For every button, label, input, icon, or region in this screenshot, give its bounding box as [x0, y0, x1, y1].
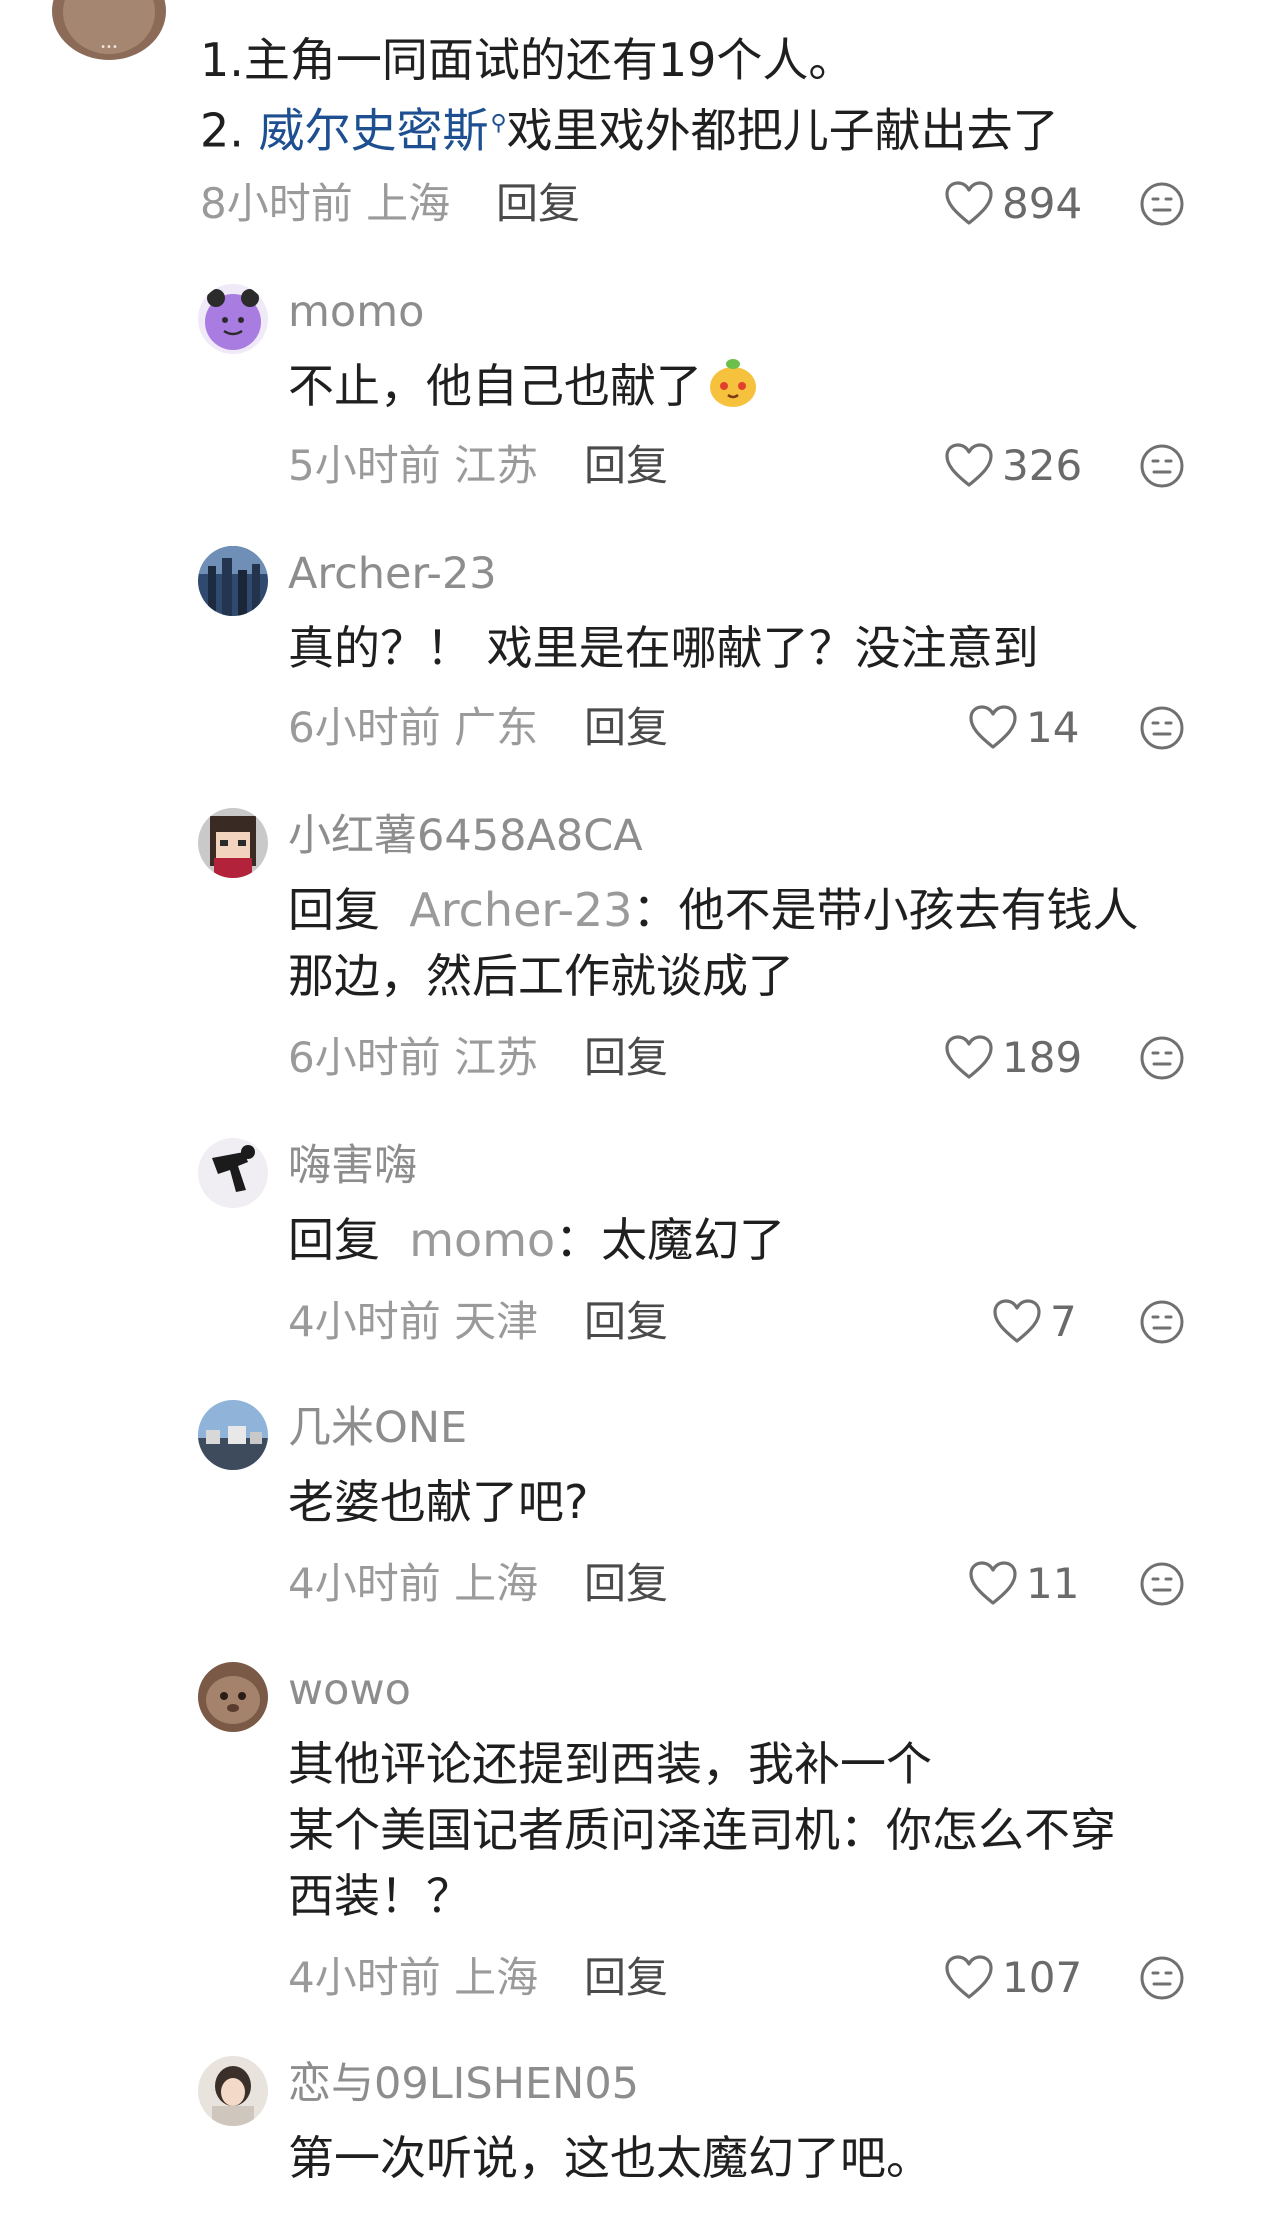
topic-link[interactable]: 威尔史密斯 — [259, 103, 489, 157]
comment-text-line-2: 某个美国记者质问泽连司机：你怎么不穿 — [288, 1803, 1116, 1857]
avatar[interactable] — [198, 1400, 268, 1470]
comment-time-location: 6小时前 江苏 — [288, 1033, 539, 1082]
comment-text: 老婆也献了吧? — [288, 1475, 589, 1529]
comment-meta: 6小时前 江苏 回复 189 — [288, 1026, 1264, 1090]
comment-text-body: ：太魔幻了 — [555, 1213, 786, 1267]
like-button[interactable]: 894 — [944, 178, 1082, 230]
reply-button[interactable]: 回复 — [584, 434, 668, 498]
comment-meta: 6小时前 广东 回复 14 — [288, 696, 1264, 760]
like-count: 107 — [1002, 1953, 1083, 2002]
search-icon: ⚲ — [490, 111, 507, 136]
like-button[interactable]: 189 — [944, 1032, 1082, 1084]
avatar[interactable] — [198, 1662, 268, 1732]
heart-outline-icon — [969, 1561, 1017, 1605]
neutral-face-icon[interactable] — [1138, 1560, 1186, 1608]
like-button[interactable]: 7 — [992, 1296, 1077, 1348]
comment-meta: 4小时前 天津 回复 7 — [288, 1290, 1264, 1354]
like-count: 11 — [1026, 1559, 1080, 1608]
neutral-face-icon[interactable] — [1138, 1298, 1186, 1346]
comment-meta: 4小时前 上海 回复 11 — [288, 1552, 1264, 1616]
username[interactable]: 恋与09LISHEN05 — [288, 2056, 639, 2112]
reply-button[interactable]: 回复 — [584, 1026, 668, 1090]
comment-text: 真的？！ 戏里是在哪献了？没注意到 — [288, 621, 1039, 675]
like-button[interactable]: 107 — [944, 1952, 1082, 2004]
reply-button[interactable]: 回复 — [584, 696, 668, 760]
comment-text-line-3: 西装！？ — [288, 1869, 472, 1923]
comment-meta: 5小时前 江苏 回复 326 — [288, 434, 1264, 498]
like-count: 326 — [1002, 441, 1083, 490]
username[interactable]: wowo — [288, 1662, 411, 1718]
heart-outline-icon — [945, 1955, 993, 1999]
comment-text-line-1: 回复 Archer-23：他不是带小孩去有钱人 — [288, 878, 1138, 942]
comment-thread: ••• 1.主角一同面试的还有19个人。 2. 威尔史密斯⚲戏里戏外都把儿子献出… — [0, 0, 1264, 2219]
reply-button[interactable]: 回复 — [496, 172, 580, 236]
avatar[interactable] — [198, 2056, 268, 2126]
reply-button[interactable]: 回复 — [584, 1552, 668, 1616]
neutral-face-icon[interactable] — [1138, 1954, 1186, 2002]
comment-time-location: 6小时前 广东 — [288, 703, 539, 752]
comment-text-line-2: 那边，然后工作就谈成了 — [288, 949, 794, 1003]
neutral-face-icon[interactable] — [1138, 180, 1186, 228]
username[interactable]: 几米ONE — [288, 1400, 467, 1456]
comment-time-location: 5小时前 江苏 — [288, 441, 539, 490]
reply-button[interactable]: 回复 — [584, 1946, 668, 2010]
neutral-face-icon[interactable] — [1138, 704, 1186, 752]
like-button[interactable]: 14 — [968, 702, 1079, 754]
username[interactable]: momo — [288, 284, 424, 340]
comment-text: 不止，他自己也献了 — [288, 354, 760, 418]
reply-prefix: 回复 — [288, 1213, 380, 1267]
reply-prefix: 回复 — [288, 883, 380, 937]
mango-face-emoji-icon — [710, 359, 756, 407]
like-count: 894 — [1002, 179, 1083, 228]
comment-text: 回复 momo：太魔幻了 — [288, 1208, 785, 1272]
comment-text-line-1: 其他评论还提到西装，我补一个 — [288, 1737, 932, 1791]
svg-text:•••: ••• — [100, 42, 118, 53]
like-button[interactable]: 326 — [944, 440, 1082, 492]
username[interactable]: Archer-23 — [288, 546, 497, 602]
like-button[interactable]: 11 — [968, 1558, 1079, 1610]
avatar[interactable]: ••• — [52, 0, 166, 60]
comment-text-body: ：他不是带小孩去有钱人 — [632, 883, 1139, 937]
avatar[interactable] — [198, 808, 268, 878]
heart-outline-icon — [945, 443, 993, 487]
comment-text-body: 不止，他自己也献了 — [288, 359, 702, 413]
comment-time-location: 4小时前 上海 — [288, 1953, 539, 2002]
comment-text-prefix: 2. — [200, 103, 259, 158]
neutral-face-icon[interactable] — [1138, 442, 1186, 490]
comment-time-location: 4小时前 天津 — [288, 1297, 539, 1346]
like-count: 7 — [1050, 1297, 1077, 1346]
comment-meta: 4小时前 上海 回复 107 — [288, 1946, 1264, 2010]
reply-button[interactable]: 回复 — [584, 1290, 668, 1354]
avatar[interactable] — [198, 1138, 268, 1208]
comment-text: 第一次听说，这也太魔幻了吧。 — [288, 2131, 932, 2185]
avatar[interactable] — [198, 546, 268, 616]
comment-text-line-1: 1.主角一同面试的还有19个人。 — [200, 33, 855, 87]
comment-text-rest: 戏里戏外都把儿子献出去了 — [506, 103, 1059, 158]
comment-text-line-2: 2. 威尔史密斯⚲戏里戏外都把儿子献出去了 — [200, 92, 1059, 162]
like-count: 189 — [1002, 1033, 1083, 1082]
reply-to-username[interactable]: Archer-23 — [409, 883, 632, 937]
comment-time-location: 4小时前 上海 — [288, 1559, 539, 1608]
like-count: 14 — [1026, 703, 1080, 752]
reply-to-username[interactable]: momo — [409, 1213, 555, 1267]
heart-outline-icon — [945, 181, 993, 225]
username[interactable]: 嗨害嗨 — [288, 1138, 417, 1194]
heart-outline-icon — [993, 1299, 1041, 1343]
avatar[interactable] — [198, 284, 268, 354]
neutral-face-icon[interactable] — [1138, 1034, 1186, 1082]
comment-meta: 8小时前 上海 回复 894 — [200, 172, 1264, 236]
username[interactable]: 小红薯6458A8CA — [288, 808, 643, 864]
heart-outline-icon — [945, 1035, 993, 1079]
heart-outline-icon — [969, 705, 1017, 749]
comment-time-location: 8小时前 上海 — [200, 179, 451, 228]
